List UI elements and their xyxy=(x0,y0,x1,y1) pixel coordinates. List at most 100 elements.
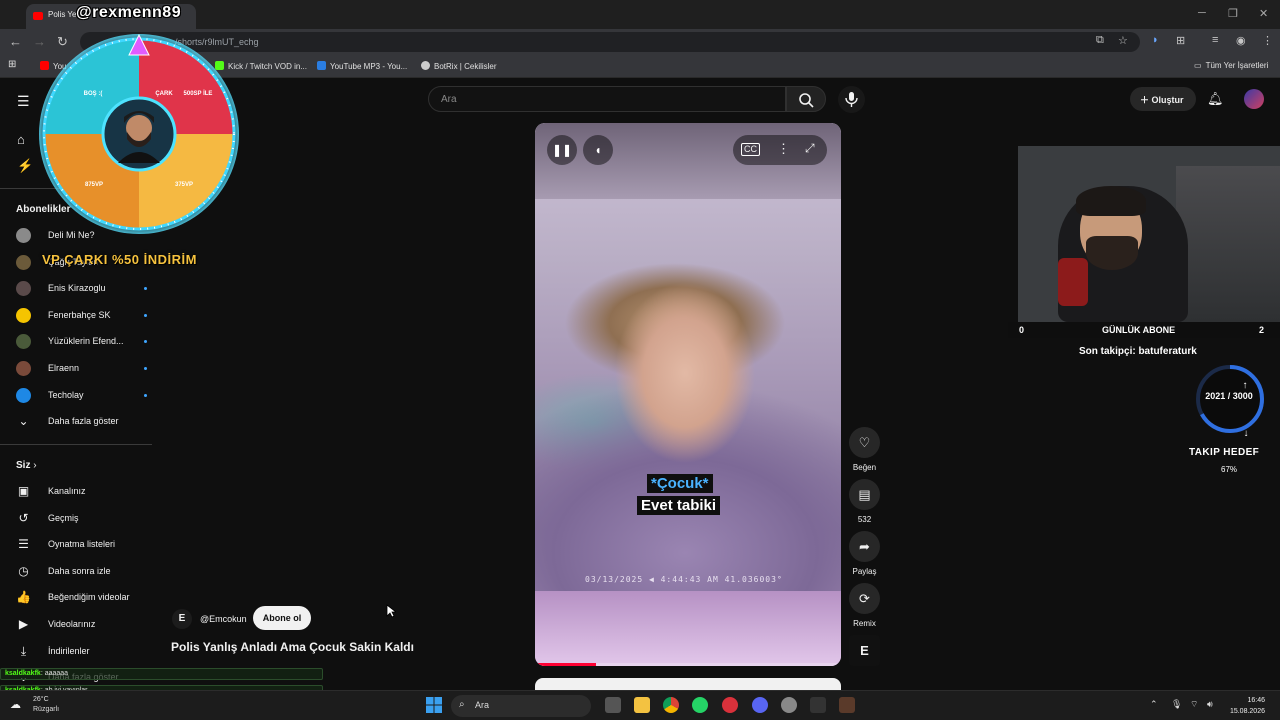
maximize-icon[interactable]: ❐ xyxy=(1228,7,1238,20)
chat-text: aaaaaa xyxy=(44,670,69,677)
webcam-microphone xyxy=(1058,258,1088,306)
bookmark-star-icon[interactable]: ☆ xyxy=(1118,34,1128,47)
you-item-label: Beğendiğim videolar xyxy=(48,592,130,603)
search-icon: ⌕ xyxy=(459,699,465,710)
you-item[interactable]: ☰ Oynatma listeleri xyxy=(16,535,146,555)
video-frame xyxy=(535,123,841,666)
you-item[interactable]: ⤓ İndirilenler xyxy=(16,642,146,662)
shorts-icon[interactable]: ⚡ xyxy=(17,158,33,174)
account-avatar[interactable] xyxy=(1244,89,1264,109)
goal-percent: 67% xyxy=(1221,465,1238,474)
next-short-preview[interactable] xyxy=(535,678,841,690)
caption-speaker: *Çocuk* xyxy=(647,474,713,493)
app-icon[interactable] xyxy=(839,697,855,713)
tab-search-icon[interactable]: ≡ xyxy=(1212,34,1218,46)
goal-value: 2021 / 3000 xyxy=(1205,391,1253,401)
terminal-icon[interactable] xyxy=(810,697,826,713)
minimize-icon[interactable]: ─ xyxy=(1198,7,1206,19)
pause-button[interactable]: ❚❚ xyxy=(547,135,577,165)
create-button[interactable]: ＋ Oluştur xyxy=(1130,87,1196,111)
browser-menu-icon[interactable]: ⋮ xyxy=(1262,34,1273,47)
shorts-video-player[interactable]: ❚❚ ◖ CC ⋮ ⤢ *Çocuk* Evet tabiki 03/13/20… xyxy=(535,123,841,666)
subscriptions-show-more[interactable]: ⌄ Daha fazla göster xyxy=(16,412,146,432)
subscription-item[interactable]: Enis Kirazoglu xyxy=(16,279,147,299)
search-button[interactable] xyxy=(786,86,826,112)
chat-message: ksaldkakfk: aaaaaa xyxy=(0,668,323,680)
you-item-label: İndirilenler xyxy=(48,645,90,656)
subscribe-button[interactable]: Abone ol xyxy=(253,606,311,630)
bookmark-botrix[interactable]: BotRix | Cekilisler xyxy=(421,61,497,71)
apps-grid-icon[interactable]: ⊞ xyxy=(8,59,16,70)
install-app-icon[interactable]: ⧉ xyxy=(1096,34,1104,47)
home-icon[interactable]: ⌂ xyxy=(17,132,25,147)
you-item[interactable]: ◷ Daha sonra izle xyxy=(16,562,146,582)
arrow-down-icon: ↓ xyxy=(1244,428,1249,436)
captions-icon[interactable]: CC xyxy=(741,143,760,156)
you-item[interactable]: 👍 Beğendiğim videolar xyxy=(16,588,146,608)
windows-start-icon[interactable] xyxy=(426,697,442,713)
tray-chevron-icon[interactable]: ⌃ xyxy=(1150,699,1158,710)
microphone-icon xyxy=(845,92,858,107)
webcam-hair xyxy=(1076,186,1146,216)
you-item-label: Kanalınız xyxy=(48,486,86,496)
file-explorer-icon[interactable] xyxy=(634,697,650,713)
you-item-label: Geçmiş xyxy=(48,512,79,523)
remix-button[interactable]: ⟳ Remix xyxy=(849,583,880,628)
menu-hamburger-icon[interactable]: ☰ xyxy=(17,93,30,110)
fullscreen-icon[interactable]: ⤢ xyxy=(805,141,815,156)
folder-icon: ▭ xyxy=(1194,61,1202,70)
all-bookmarks-folder[interactable]: ▭ Tüm Yer İşaretleri xyxy=(1194,61,1268,70)
bookmark-youtube-mp3[interactable]: YouTube MP3 - You... xyxy=(317,61,407,71)
share-button[interactable]: ➦ Paylaş xyxy=(849,531,880,576)
volume-button[interactable]: ◖ xyxy=(583,135,613,165)
extensions-puzzle-icon[interactable]: ⊞ xyxy=(1176,34,1185,47)
back-icon[interactable]: ← xyxy=(9,34,22,50)
settings-icon[interactable] xyxy=(781,697,797,713)
remix-label: Remix xyxy=(853,619,876,628)
wifi-icon[interactable]: ⌔ xyxy=(1190,699,1198,710)
you-item[interactable]: ↺ Geçmiş xyxy=(16,509,146,529)
close-window-icon[interactable]: ✕ xyxy=(1259,7,1268,20)
channel-thumb-button[interactable]: E xyxy=(849,635,880,666)
subscription-item[interactable]: Elraenn xyxy=(16,359,147,379)
video-progress-bar[interactable] xyxy=(535,663,841,666)
share-icon: ➦ xyxy=(849,531,880,562)
short-title[interactable]: Polis Yanlış Anladı Ama Çocuk Sakin Kald… xyxy=(171,640,414,654)
taskbar-search[interactable]: ⌕ Ara xyxy=(451,695,591,717)
voice-search-button[interactable] xyxy=(838,86,865,113)
channel-avatar[interactable]: E xyxy=(172,609,192,629)
channel-handle[interactable]: @Emcokun xyxy=(200,614,247,624)
discord-icon[interactable] xyxy=(752,697,768,713)
weather-widget[interactable]: 26°C Rüzgarlı xyxy=(33,695,59,715)
search-input[interactable]: Ara xyxy=(428,86,786,112)
prize-wheel: BOŞ :( ÇARK 500SP İLE 875VP 375VP xyxy=(39,33,239,234)
comments-button[interactable]: ▤ 532 xyxy=(849,479,880,524)
like-button[interactable]: ♡ Beğen xyxy=(849,427,880,472)
subscription-item[interactable]: Yüzüklerin Efend... xyxy=(16,332,147,352)
subscription-item[interactable]: Fenerbahçe SK xyxy=(16,306,147,326)
tray-mic-icon[interactable]: 🎙︎ xyxy=(1171,699,1182,710)
profile-icon[interactable]: ◉ xyxy=(1236,34,1246,47)
streamer-webcam xyxy=(1018,146,1280,322)
notifications-bell-icon[interactable]: 🔔︎ xyxy=(1207,91,1224,107)
speaker-icon[interactable]: 🔊︎ xyxy=(1207,699,1213,710)
you-item[interactable]: ▣ Kanalınız xyxy=(16,482,146,502)
taskbar-clock[interactable]: 16:46 15.08.2026 xyxy=(1225,695,1265,717)
chrome-icon[interactable] xyxy=(663,697,679,713)
channel-icon: ▣ xyxy=(17,484,30,498)
promo-banner: VP ÇARKI %50 İNDİRİM xyxy=(42,252,197,267)
playlist-icon: ☰ xyxy=(18,537,29,552)
you-heading[interactable]: Siz › xyxy=(16,460,37,471)
wheel-label: BOŞ :( xyxy=(84,91,103,97)
more-options-icon[interactable]: ⋮ xyxy=(777,141,790,157)
task-view-icon[interactable] xyxy=(605,697,621,713)
extension-icon[interactable]: ◗ xyxy=(1152,34,1159,46)
you-item[interactable]: ▶ Videolarınız xyxy=(16,615,146,635)
you-item-label: Videolarınız xyxy=(48,619,96,629)
app-icon[interactable] xyxy=(722,697,738,713)
channel-avatar xyxy=(16,254,31,270)
subscription-item[interactable]: Techolay xyxy=(16,386,147,406)
windows-taskbar: ☁ 26°C Rüzgarlı ⌕ Ara ⌃ 🎙︎ ⌔ 🔊︎ 16:46 15… xyxy=(0,690,1280,720)
whatsapp-icon[interactable] xyxy=(692,697,708,713)
share-label: Paylaş xyxy=(852,567,877,576)
